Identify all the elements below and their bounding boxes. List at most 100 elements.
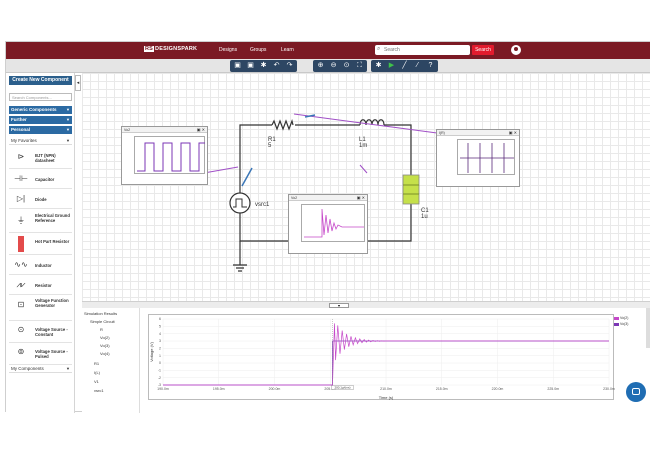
component-hot-resistor[interactable]: Hot Part Resistor (9, 233, 72, 255)
draw-wire-icon[interactable]: ╱ (399, 61, 410, 71)
tree-item[interactable]: vsrc1 (94, 388, 104, 393)
component-ground[interactable]: ⏚ Electrical Ground Reference (9, 209, 72, 233)
results-plot[interactable]: 6 5 4 3 2 1 0 -1 -2 -3 190.0m 195.0m 200.0m 205.0m 210… (148, 314, 615, 400)
category-personal[interactable]: Personal ▼ (9, 126, 72, 134)
y-tick-label: 1 (159, 354, 161, 358)
simulation-results-panel: Simulation Results Simple Circuit R Vo(2… (82, 308, 650, 413)
help-icon[interactable]: ? (425, 61, 436, 71)
component-resistor[interactable]: ⩘⩗ Resistor (9, 275, 72, 295)
search-input[interactable] (384, 46, 466, 54)
schematic-canvas[interactable]: R1 5 L1 1m C1 1u vsrc1 Vo2 ▣ ✕ Vo2 ▣ ✕ I… (82, 73, 650, 301)
app-window: RS DESIGNSPARK Designs Groups Learn ⌕ Sea… (5, 41, 650, 413)
current-pulse-trace (460, 143, 514, 173)
graph-close-icon[interactable]: ▣ ✕ (197, 127, 205, 133)
probe-graph-2[interactable]: Vo2 ▣ ✕ (288, 194, 368, 254)
x-tick-label: 230.0m (603, 387, 615, 391)
tree-item[interactable]: Vo(3) (100, 343, 110, 348)
cursor-label: 200.1µ/(ms) (334, 386, 350, 390)
search-button[interactable]: Search (472, 45, 494, 55)
component-function-generator[interactable]: ⊡ Voltage Function Generator (9, 295, 72, 321)
simulation-settings-icon[interactable]: ✱ (373, 61, 384, 71)
resistor-icon: ⩘⩗ (16, 280, 26, 289)
y-tick-label: 0 (159, 361, 161, 365)
component-sidebar: Create New Component Search Components..… (6, 73, 75, 413)
graph-header: I(R) ▣ ✕ (437, 130, 519, 136)
probe-graph-1[interactable]: Vo2 ▣ ✕ (121, 126, 208, 185)
create-component-button[interactable]: Create New Component (9, 76, 72, 85)
nav-learn[interactable]: Learn (281, 47, 294, 53)
tree-item[interactable]: R (100, 327, 103, 332)
my-components-header[interactable]: My Components ▼ (9, 365, 72, 373)
category-generic[interactable]: Generic Components ▼ (9, 106, 72, 114)
tree-item[interactable]: Simple Circuit (90, 319, 115, 324)
logo[interactable]: RS DESIGNSPARK (144, 46, 197, 52)
save-as-icon[interactable]: ▣ (245, 61, 256, 71)
user-avatar-icon[interactable] (511, 45, 521, 55)
legend-item[interactable]: Vo(2) (614, 316, 634, 320)
c1-value: 1u (421, 214, 428, 220)
component-search-input[interactable]: Search Components... (9, 93, 72, 101)
nav-groups[interactable]: Groups (250, 47, 266, 53)
results-tree: Simulation Results Simple Circuit R Vo(2… (82, 308, 140, 413)
zoom-fit-icon[interactable]: ⊙ (341, 61, 352, 71)
chat-help-button[interactable] (626, 382, 646, 402)
zoom-in-icon[interactable]: ⊕ (315, 61, 326, 71)
capacitor-c1 (402, 174, 420, 205)
tree-item[interactable]: I(L) (94, 370, 100, 375)
run-icon[interactable]: ▶ (386, 61, 397, 71)
function-generator-icon: ⊡ (17, 300, 25, 309)
favorites-header[interactable]: My Favorites ▼ (9, 137, 72, 145)
y-tick-label: 6 (159, 317, 161, 321)
legend-swatch (614, 322, 619, 326)
capacitor-icon: ⊣⊢ (14, 174, 28, 183)
pulsed-source-icon: ⊚ (17, 347, 25, 356)
graph-close-icon[interactable]: ▣ ✕ (357, 195, 365, 201)
results-legend: Vo(2) Vo(3) (614, 316, 634, 328)
category-further[interactable]: Further ▼ (9, 116, 72, 124)
settings-icon[interactable]: ✱ (258, 61, 269, 71)
zoom-out-icon[interactable]: ⊖ (328, 61, 339, 71)
y-tick-label: 4 (159, 332, 161, 336)
component-diode[interactable]: ▷| Diode (9, 189, 72, 209)
probe-line (293, 113, 438, 134)
component-constant-source[interactable]: ⊙ Voltage Source - Constant (9, 321, 72, 343)
component-pulsed-source[interactable]: ⊚ Voltage Source - Pulsed (9, 343, 72, 365)
nav-designs[interactable]: Designs (219, 47, 237, 53)
tree-item[interactable]: V1 (94, 379, 99, 384)
panel-divider[interactable]: ▾ (82, 301, 650, 308)
graph-plot (457, 139, 515, 175)
legend-item[interactable]: Vo(3) (614, 322, 634, 326)
tree-item[interactable]: R1 (94, 361, 99, 366)
graph-close-icon[interactable]: ▣ ✕ (509, 130, 517, 136)
fullscreen-icon[interactable]: ⛶ (354, 61, 365, 71)
component-inductor[interactable]: ∿∿ Inductor (9, 255, 72, 275)
probe-line (359, 164, 368, 174)
graph-plot (301, 204, 365, 242)
chevron-down-icon: ▼ (66, 366, 70, 371)
vertical-scrollbar[interactable] (646, 308, 650, 348)
probe-icon[interactable]: ⁄ (412, 61, 423, 71)
tree-item[interactable]: Vo(4) (100, 351, 110, 356)
y-tick-label: -1 (158, 369, 161, 373)
sidebar-collapse-button[interactable]: ◂ (75, 75, 81, 91)
y-axis-label: Voltage (V) (149, 341, 154, 361)
chevron-down-icon: ▼ (66, 107, 70, 112)
legend-swatch (614, 316, 619, 320)
graph-header: Vo2 ▣ ✕ (122, 127, 207, 133)
x-tick-label: 215.0m (436, 387, 448, 391)
probe-line (203, 166, 239, 174)
redo-icon[interactable]: ↷ (284, 61, 295, 71)
save-icon[interactable]: ▣ (232, 61, 243, 71)
component-capacitor[interactable]: ⊣⊢ Capacitor (9, 169, 72, 189)
circuit-diagram: R1 5 L1 1m C1 1u vsrc1 (203, 113, 438, 272)
top-nav: RS DESIGNSPARK Designs Groups Learn ⌕ Sea… (6, 42, 650, 59)
probe-graph-3[interactable]: I(R) ▣ ✕ (436, 129, 520, 187)
search-box[interactable]: ⌕ (375, 45, 470, 55)
tree-item[interactable]: Vo(2) (100, 335, 110, 340)
component-bjt[interactable]: ⊳ BJT (NPN) datasheet (9, 147, 72, 169)
undo-icon[interactable]: ↶ (271, 61, 282, 71)
tree-item[interactable]: Simulation Results (84, 311, 117, 316)
wire (384, 124, 412, 175)
chevron-down-icon: ▼ (66, 117, 70, 122)
results-chart: 6543210-1-2-3190.0m 195.0m 200.0m 205.0m 210… (149, 317, 615, 400)
